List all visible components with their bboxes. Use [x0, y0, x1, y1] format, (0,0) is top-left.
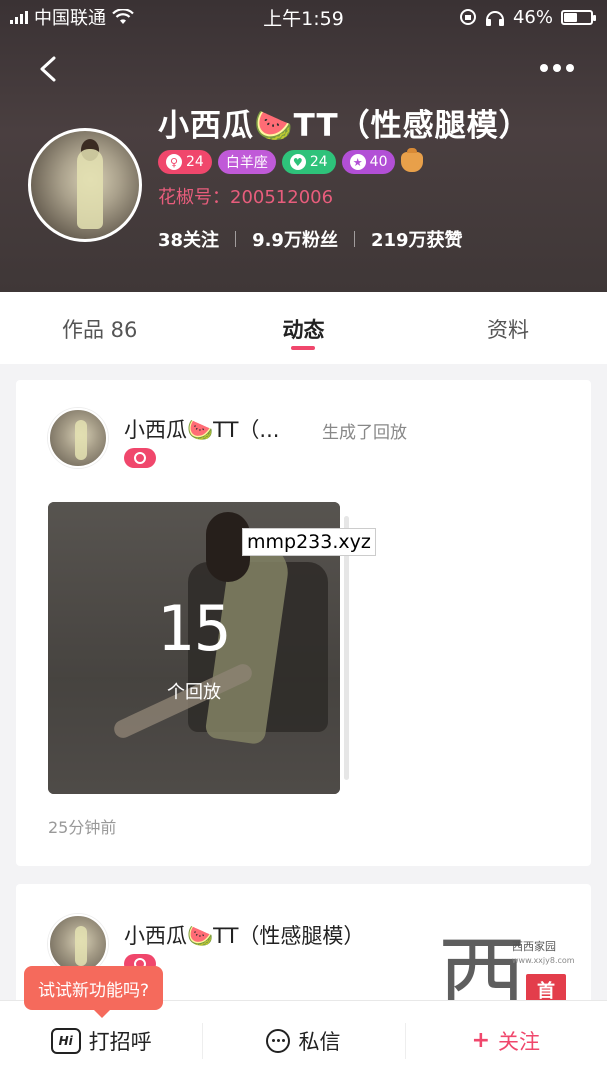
following-count[interactable]: 38关注 [158, 226, 219, 252]
post-author[interactable]: 小西瓜🍉TT（性感腿模） [124, 920, 364, 950]
battery-icon [561, 9, 596, 25]
heart-icon: ♥ [289, 154, 306, 170]
bottom-action-bar: Hi 打招呼 私信 + 关注 [0, 1000, 607, 1080]
status-bar: 中国联通 上午1:59 46% [0, 0, 607, 34]
post-action: 生成了回放 [322, 423, 407, 443]
hi-icon: Hi [50, 1027, 81, 1054]
fans-value: 24 [309, 154, 328, 170]
overlay-watermark: mmp233.xyz [242, 528, 376, 556]
replay-count: 15 [156, 592, 232, 665]
fans-badge[interactable]: ♥ 24 [281, 150, 336, 174]
tab-feed[interactable]: 动态 [283, 318, 325, 342]
tab-info[interactable]: 资料 [487, 314, 529, 344]
level-icon [124, 448, 156, 468]
level-badge[interactable]: ♀ 24 [158, 150, 212, 174]
plus-icon: + [471, 1028, 491, 1053]
teapot-icon[interactable] [401, 148, 424, 172]
message-label: 私信 [298, 1029, 341, 1054]
post-time: 25分钟前 [48, 818, 117, 837]
follow-button[interactable]: + 关注 [404, 1001, 607, 1080]
feed-card: 小西瓜🍉TT（... 生成了回放 15 个回放 25分钟前 [16, 380, 591, 866]
level-icon: ♀ [166, 154, 182, 170]
headphone-icon [485, 11, 504, 26]
level-value: 24 [186, 154, 204, 170]
star-icon: ★ [349, 154, 366, 170]
message-button[interactable]: 私信 [202, 1001, 404, 1080]
profile-stats: 38关注 9.9万粉丝 219万获赞 [158, 226, 463, 252]
greet-label: 打招呼 [88, 1029, 152, 1054]
new-feature-tooltip[interactable]: 试试新功能吗? [24, 966, 164, 1018]
tab-works[interactable]: 作品 86 [62, 314, 137, 344]
huajiao-id: 花椒号：200512006 [158, 187, 334, 208]
battery-percent: 46% [512, 6, 553, 28]
badge-row: ♀ 24 白羊座 ♥ 24 ★ 40 [158, 148, 424, 174]
star-value: 40 [369, 154, 388, 170]
battery-fill [564, 12, 577, 22]
status-right: 46% [459, 6, 596, 28]
orientation-lock-icon [459, 9, 476, 25]
post-avatar[interactable] [48, 914, 108, 974]
divider [235, 231, 237, 247]
tab-active-indicator [291, 346, 315, 350]
replay-label: 个回放 [167, 682, 221, 703]
zodiac-badge: 白羊座 [217, 150, 276, 174]
avatar[interactable] [28, 128, 142, 242]
chat-icon [266, 1028, 291, 1053]
more-dots-icon[interactable] [537, 56, 577, 80]
likes-count: 219万获赞 [370, 230, 463, 251]
follow-label: 关注 [498, 1029, 541, 1054]
back-arrow-icon[interactable] [34, 54, 64, 84]
star-badge[interactable]: ★ 40 [341, 150, 396, 174]
zodiac-label: 白羊座 [225, 155, 268, 171]
followers-count[interactable]: 9.9万粉丝 [252, 226, 338, 252]
profile-header: 中国联通 上午1:59 46% 小西瓜🍉TT（性感腿模） ♀ 24 白羊座 ♥ 24… [0, 0, 607, 292]
post-avatar[interactable] [48, 408, 108, 468]
post-author[interactable]: 小西瓜🍉TT（... [124, 414, 279, 444]
profile-name: 小西瓜🍉TT（性感腿模） [158, 108, 531, 144]
divider [353, 231, 355, 247]
profile-tabs: 作品 86 动态 资料 [0, 292, 607, 364]
